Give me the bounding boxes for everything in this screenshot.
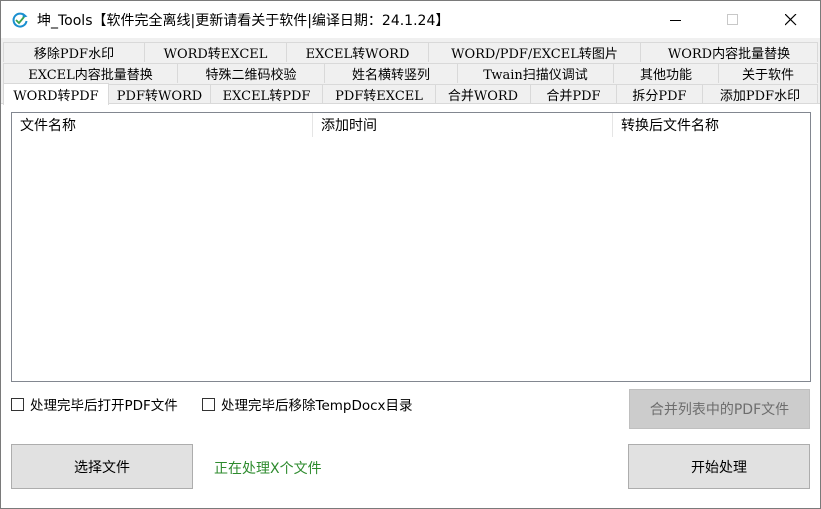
status-text: 正在处理X个文件	[214, 461, 322, 477]
tab-qrcode-check[interactable]: 特殊二维码校验	[177, 63, 325, 83]
tab-remove-pdf-watermark[interactable]: 移除PDF水印	[3, 42, 145, 62]
tab-add-pdf-watermark[interactable]: 添加PDF水印	[702, 84, 818, 104]
merge-pdf-button[interactable]: 合并列表中的PDF文件	[629, 389, 810, 429]
remove-temp-label: 处理完毕后移除TempDocx目录	[221, 398, 413, 414]
minimize-icon	[670, 19, 681, 21]
refresh-arrows-icon	[10, 10, 30, 30]
tab-excel-to-word[interactable]: EXCEL转WORD	[286, 42, 429, 62]
tab-excel-to-pdf[interactable]: EXCEL转PDF	[210, 84, 323, 104]
title-bar: 坤_Tools【软件完全离线|更新请看关于软件|编译日期：24.1.24】	[1, 1, 820, 38]
close-icon	[785, 13, 797, 25]
tab-merge-word[interactable]: 合并WORD	[435, 84, 531, 104]
tab-content-word-to-pdf: 文件名称 添加时间 转换后文件名称 处理完毕后打开PDF文件 处理完毕后移除Te…	[1, 103, 820, 508]
app-window: 坤_Tools【软件完全离线|更新请看关于软件|编译日期：24.1.24】 移除…	[0, 0, 821, 509]
open-after-label: 处理完毕后打开PDF文件	[30, 398, 178, 414]
select-files-button[interactable]: 选择文件	[11, 444, 193, 489]
remove-temp-checkbox[interactable]	[202, 397, 215, 411]
maximize-button[interactable]	[704, 1, 762, 38]
tab-other-features[interactable]: 其他功能	[613, 63, 719, 83]
tab-word-batch-replace[interactable]: WORD内容批量替换	[640, 42, 818, 62]
file-list[interactable]: 文件名称 添加时间 转换后文件名称	[11, 112, 811, 382]
column-header-added-time[interactable]: 添加时间	[313, 113, 613, 137]
column-header-converted-name[interactable]: 转换后文件名称	[613, 113, 810, 137]
tab-word-to-excel[interactable]: WORD转EXCEL	[144, 42, 287, 62]
tab-pdf-to-excel[interactable]: PDF转EXCEL	[322, 84, 436, 104]
close-button[interactable]	[762, 1, 820, 38]
tab-merge-pdf[interactable]: 合并PDF	[530, 84, 617, 104]
tab-pdf-to-word[interactable]: PDF转WORD	[108, 84, 211, 104]
tab-row-2: EXCEL内容批量替换 特殊二维码校验 姓名横转竖列 Twain扫描仪调试 其他…	[1, 63, 820, 84]
maximize-icon	[727, 13, 738, 25]
tab-about[interactable]: 关于软件	[718, 63, 818, 83]
remove-temp-option[interactable]: 处理完毕后移除TempDocx目录	[202, 394, 413, 414]
tab-split-pdf[interactable]: 拆分PDF	[616, 84, 703, 104]
tab-excel-batch-replace[interactable]: EXCEL内容批量替换	[3, 63, 178, 83]
open-after-option[interactable]: 处理完毕后打开PDF文件	[11, 394, 178, 414]
tab-twain-debug[interactable]: Twain扫描仪调试	[457, 63, 614, 83]
window-title: 坤_Tools【软件完全离线|更新请看关于软件|编译日期：24.1.24】	[37, 13, 450, 29]
tab-row-3: WORD转PDF PDF转WORD EXCEL转PDF PDF转EXCEL 合并…	[1, 83, 820, 105]
tab-word-to-pdf[interactable]: WORD转PDF	[3, 83, 109, 105]
open-after-checkbox[interactable]	[11, 397, 24, 411]
tab-to-image[interactable]: WORD/PDF/EXCEL转图片	[428, 42, 641, 62]
tab-row-1: 移除PDF水印 WORD转EXCEL EXCEL转WORD WORD/PDF/E…	[1, 42, 820, 63]
start-processing-button[interactable]: 开始处理	[628, 444, 810, 489]
tab-name-transpose[interactable]: 姓名横转竖列	[324, 63, 458, 83]
minimize-button[interactable]	[647, 1, 705, 38]
column-header-filename[interactable]: 文件名称	[12, 113, 313, 137]
